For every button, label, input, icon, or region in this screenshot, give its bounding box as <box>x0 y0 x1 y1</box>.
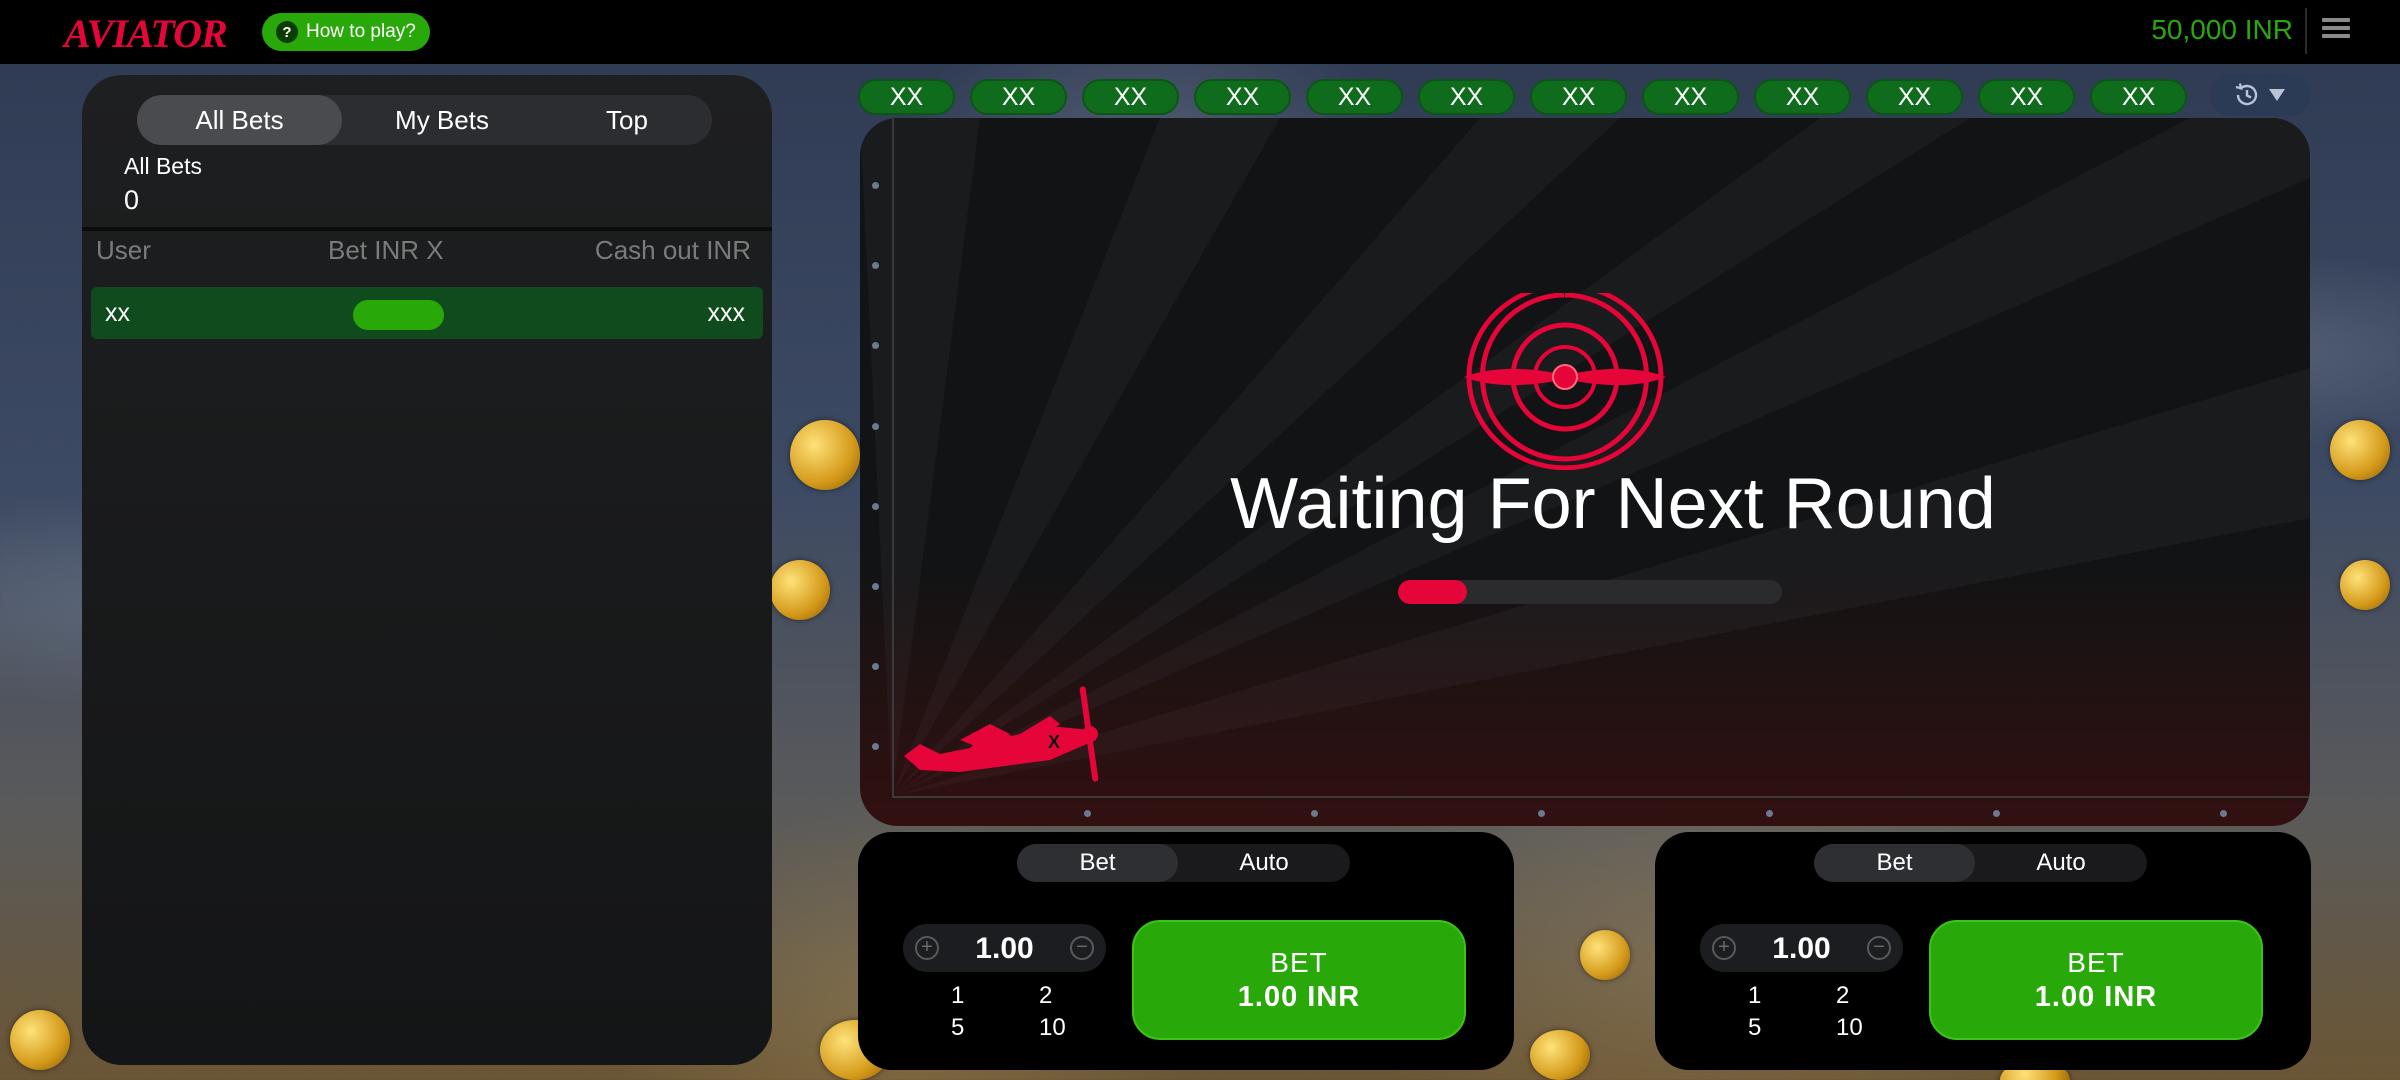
all-bets-count: 0 <box>124 185 140 215</box>
history-clock-icon <box>2235 83 2258 106</box>
bet-button-label: BET <box>2067 946 2125 978</box>
history-chip[interactable]: XX <box>858 79 955 115</box>
minus-circle-icon[interactable]: − <box>1867 936 1891 960</box>
multiplier-history: XX XX XX XX XX XX XX XX XX XX XX XX <box>858 79 2187 115</box>
y-axis-dot <box>872 342 879 349</box>
tab-auto[interactable]: Auto <box>1975 844 2147 882</box>
question-icon: ? <box>276 21 298 43</box>
coin-decoration <box>1580 930 1630 980</box>
all-bets-label: All Bets <box>124 153 202 179</box>
quick-amount-button[interactable]: 10 <box>1039 1014 1066 1042</box>
x-axis-dot <box>1766 810 1773 817</box>
how-to-play-label: How to play? <box>306 21 416 42</box>
y-axis <box>892 118 894 796</box>
bet-amount-stepper: + 1.00 − <box>903 924 1106 972</box>
table-row: xx xxx <box>91 287 763 339</box>
history-chip[interactable]: XX <box>1642 79 1739 115</box>
bet-amount-stepper: + 1.00 − <box>1700 924 1903 972</box>
bet-button-amount: 1.00 INR <box>1237 980 1361 1013</box>
history-chip[interactable]: XX <box>1306 79 1403 115</box>
bet-panel-2: Bet Auto + 1.00 − 1 2 5 10 BET 1.00 INR <box>1655 832 2311 1070</box>
history-chip[interactable]: XX <box>1866 79 1963 115</box>
coin-decoration <box>10 1010 70 1070</box>
column-bet: Bet INR X <box>328 235 444 265</box>
history-chip[interactable]: XX <box>1530 79 1627 115</box>
quick-amount-button[interactable]: 1 <box>1748 982 1761 1010</box>
hamburger-menu-icon[interactable] <box>2322 18 2350 42</box>
svg-text:X: X <box>1048 732 1060 752</box>
round-progress-fill <box>1398 580 1468 604</box>
bets-table-header: User Bet INR X Cash out INR <box>96 235 751 275</box>
bet-button[interactable]: BET 1.00 INR <box>1929 920 2263 1040</box>
tab-my-bets[interactable]: My Bets <box>342 95 542 145</box>
waiting-status: Waiting For Next Round <box>1230 464 1996 544</box>
quick-amount-button[interactable]: 1 <box>951 982 964 1010</box>
plane-icon: X <box>904 686 1099 782</box>
x-axis-dot <box>1311 810 1318 817</box>
coin-decoration <box>2330 420 2390 480</box>
coin-decoration <box>790 420 860 490</box>
quick-amount-button[interactable]: 10 <box>1836 1014 1863 1042</box>
chevron-down-icon <box>2269 89 2285 101</box>
header-divider <box>2305 8 2307 54</box>
round-progress-bar <box>1398 580 1782 604</box>
x-axis-dot <box>1993 810 2000 817</box>
history-chip[interactable]: XX <box>1978 79 2075 115</box>
row-user: xx <box>105 299 130 327</box>
tab-bet[interactable]: Bet <box>1814 844 1975 882</box>
y-axis-dot <box>872 262 879 269</box>
bets-panel: All Bets My Bets Top All Bets 0 User Bet… <box>82 75 772 1065</box>
x-axis-dot <box>1084 810 1091 817</box>
y-axis-dot <box>872 423 879 430</box>
y-axis-dot <box>872 583 879 590</box>
minus-circle-icon[interactable]: − <box>1070 936 1094 960</box>
quick-amount-button[interactable]: 2 <box>1039 982 1052 1010</box>
tab-top[interactable]: Top <box>542 95 712 145</box>
history-toggle-button[interactable] <box>2210 74 2310 116</box>
coin-decoration <box>1530 1030 1590 1080</box>
bet-mode-tabs: Bet Auto <box>1017 844 1350 882</box>
x-axis-dot <box>1538 810 1545 817</box>
bet-button-amount: 1.00 INR <box>2034 980 2158 1013</box>
tab-auto[interactable]: Auto <box>1178 844 1350 882</box>
column-user: User <box>96 235 151 265</box>
quick-amount-button[interactable]: 2 <box>1836 982 1849 1010</box>
x-axis <box>892 796 2310 798</box>
coin-decoration <box>770 560 830 620</box>
bet-button[interactable]: BET 1.00 INR <box>1132 920 1466 1040</box>
history-chip[interactable]: XX <box>2090 79 2187 115</box>
bets-tabs: All Bets My Bets Top <box>137 95 712 145</box>
row-cashout: xxx <box>707 299 746 327</box>
top-bar: AVIATOR ? How to play? 50,000 INR <box>0 0 2400 64</box>
history-chip[interactable]: XX <box>1194 79 1291 115</box>
balance-display: 50,000 INR <box>2151 14 2293 45</box>
tab-all-bets[interactable]: All Bets <box>137 95 342 145</box>
game-canvas: Waiting For Next Round X <box>860 118 2310 826</box>
history-chip[interactable]: XX <box>1754 79 1851 115</box>
row-bet-pill <box>353 300 444 330</box>
history-chip[interactable]: XX <box>1082 79 1179 115</box>
column-cashout: Cash out INR <box>594 235 751 265</box>
bet-panel-1: Bet Auto + 1.00 − 1 2 5 10 BET 1.00 INR <box>858 832 1514 1070</box>
bet-button-label: BET <box>1270 946 1328 978</box>
aviator-logo[interactable]: AVIATOR <box>64 10 228 57</box>
propeller-icon <box>1464 293 1666 471</box>
quick-amount-button[interactable]: 5 <box>951 1014 964 1042</box>
bet-mode-tabs: Bet Auto <box>1814 844 2147 882</box>
history-chip[interactable]: XX <box>1418 79 1515 115</box>
tab-bet[interactable]: Bet <box>1017 844 1178 882</box>
x-axis-dot <box>2220 810 2227 817</box>
bets-divider <box>82 227 772 231</box>
y-axis-dot <box>872 663 879 670</box>
coin-decoration <box>2340 560 2390 610</box>
y-axis-dot <box>872 743 879 750</box>
history-chip[interactable]: XX <box>970 79 1067 115</box>
how-to-play-button[interactable]: ? How to play? <box>262 13 430 51</box>
y-axis-dot <box>872 182 879 189</box>
quick-amount-button[interactable]: 5 <box>1748 1014 1761 1042</box>
